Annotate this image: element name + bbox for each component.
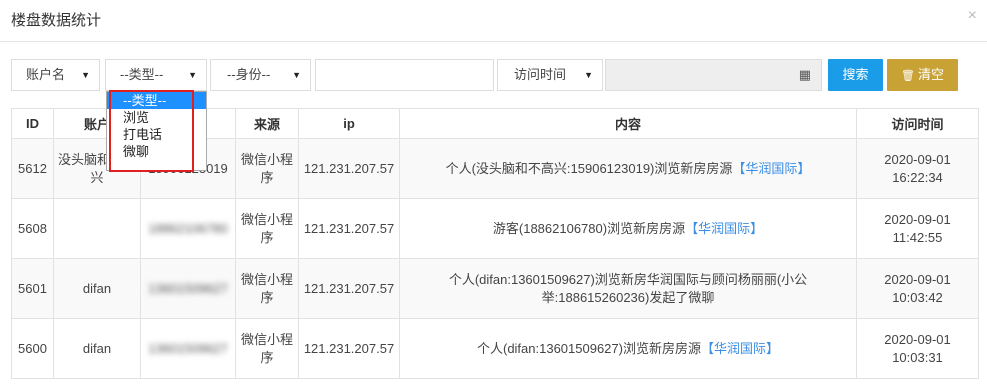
visit-date: 2020-09-01 — [884, 151, 951, 167]
cell-id: 5612 — [11, 138, 54, 199]
table-row: 5601 difan 13601509627 微信小程序 121.231.207… — [11, 258, 979, 319]
cell-account: difan — [53, 258, 141, 319]
content-text: 个人(difan:13601509627)浏览新房房源 — [476, 340, 701, 356]
cell-content: 个人(difan:13601509627)浏览新房房源【华润国际】 — [399, 318, 857, 379]
cell-visit-time: 2020-09-01 10:03:42 — [856, 258, 979, 319]
property-link[interactable]: 【华润国际】 — [685, 221, 763, 236]
phone-masked: 18862106780 — [148, 220, 228, 236]
visit-clock: 16:22:34 — [892, 169, 943, 185]
type-option-browse[interactable]: 浏览 — [107, 109, 206, 126]
keyword-input[interactable] — [315, 59, 494, 91]
cell-visit-time: 2020-09-01 10:03:31 — [856, 318, 979, 379]
header-source: 来源 — [235, 108, 299, 139]
date-range-input[interactable]: ▦ — [605, 59, 822, 91]
calendar-icon[interactable]: ▦ — [799, 60, 811, 90]
header-id: ID — [11, 108, 54, 139]
cell-id: 5608 — [11, 198, 54, 259]
trash-icon: 🗑 — [901, 70, 915, 82]
cell-visit-time: 2020-09-01 16:22:34 — [856, 138, 979, 199]
cell-phone: 13601509627 — [140, 318, 236, 379]
cell-ip: 121.231.207.57 — [298, 198, 400, 259]
cell-visit-time: 2020-09-01 11:42:55 — [856, 198, 979, 259]
dialog-header: 楼盘数据统计 × — [0, 0, 987, 42]
cell-account: difan — [53, 318, 141, 379]
visit-date: 2020-09-01 — [884, 271, 951, 287]
header-ip: ip — [298, 108, 400, 139]
cell-account — [53, 198, 141, 259]
role-select[interactable]: --身份-- ▼ — [210, 59, 311, 91]
cell-source: 微信小程序 — [235, 318, 299, 379]
type-select[interactable]: --类型-- ▼ — [105, 59, 207, 91]
time-field-select[interactable]: 访问时间 ▼ — [497, 59, 603, 91]
search-button[interactable]: 搜索 — [828, 59, 883, 91]
account-select-value: 账户名 — [26, 67, 66, 82]
cell-id: 5601 — [11, 258, 54, 319]
table-row: 5608 18862106780 微信小程序 121.231.207.57 游客… — [11, 198, 979, 259]
cell-source: 微信小程序 — [235, 138, 299, 199]
cell-content: 个人(difan:13601509627)浏览新房华润国际与顾问杨丽丽(小公举:… — [399, 258, 857, 319]
phone-masked: 13601509627 — [148, 340, 228, 356]
account-select[interactable]: 账户名 ▼ — [11, 59, 100, 91]
role-select-value: --身份-- — [227, 67, 271, 82]
content-text: 个人(没头脑和不高兴:15906123019)浏览新房房源 — [445, 160, 733, 176]
dialog-title: 楼盘数据统计 — [11, 12, 102, 29]
chevron-down-icon: ▼ — [292, 70, 301, 80]
type-option-chat[interactable]: 微聊 — [107, 143, 206, 160]
type-dropdown-list[interactable]: --类型-- 浏览 打电话 微聊 — [106, 91, 207, 171]
type-option-all[interactable]: --类型-- — [107, 92, 206, 109]
type-option-call[interactable]: 打电话 — [107, 126, 206, 143]
cell-phone: 18862106780 — [140, 198, 236, 259]
cell-phone: 13601509627 — [140, 258, 236, 319]
time-field-value: 访问时间 — [514, 67, 567, 82]
header-content: 内容 — [399, 108, 857, 139]
visit-clock: 10:03:42 — [892, 289, 943, 305]
chevron-down-icon: ▼ — [188, 70, 197, 80]
cell-id: 5600 — [11, 318, 54, 379]
property-link[interactable]: 【华润国际】 — [732, 161, 810, 176]
cell-content: 游客(18862106780)浏览新房房源【华润国际】 — [399, 198, 857, 259]
header-visit-time: 访问时间 — [856, 108, 979, 139]
clear-button[interactable]: 🗑 清空 — [887, 59, 958, 91]
close-icon[interactable]: × — [968, 7, 977, 25]
cell-ip: 121.231.207.57 — [298, 318, 400, 379]
visit-clock: 11:42:55 — [892, 229, 943, 245]
clear-button-label: 清空 — [917, 67, 944, 82]
type-select-value: --类型-- — [120, 67, 164, 82]
phone-masked: 13601509627 — [148, 280, 228, 296]
chevron-down-icon: ▼ — [81, 70, 90, 80]
table-row: 5600 difan 13601509627 微信小程序 121.231.207… — [11, 318, 979, 379]
cell-ip: 121.231.207.57 — [298, 138, 400, 199]
cell-content: 个人(没头脑和不高兴:15906123019)浏览新房房源【华润国际】 — [399, 138, 857, 199]
visit-clock: 10:03:31 — [892, 349, 943, 365]
chevron-down-icon: ▼ — [584, 70, 593, 80]
cell-source: 微信小程序 — [235, 198, 299, 259]
cell-ip: 121.231.207.57 — [298, 258, 400, 319]
property-link[interactable]: 【华润国际】 — [701, 341, 779, 356]
visit-date: 2020-09-01 — [884, 331, 951, 347]
cell-source: 微信小程序 — [235, 258, 299, 319]
content-text: 游客(18862106780)浏览新房房源 — [492, 220, 686, 236]
visit-date: 2020-09-01 — [884, 211, 951, 227]
